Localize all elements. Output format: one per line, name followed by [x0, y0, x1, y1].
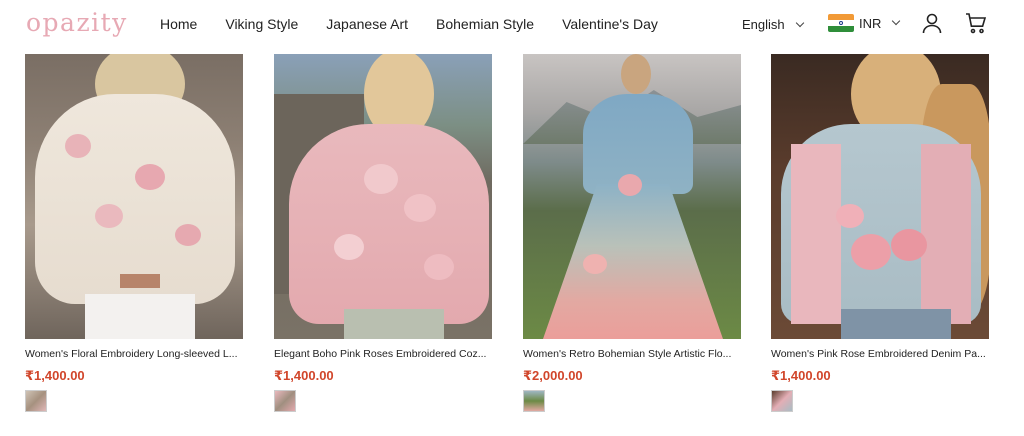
- product-card[interactable]: Elegant Boho Pink Roses Embroidered Coz.…: [274, 54, 492, 412]
- nav-japanese-art[interactable]: Japanese Art: [326, 16, 408, 32]
- product-price: ₹1,400.00: [274, 368, 334, 383]
- product-price: ₹1,400.00: [25, 368, 85, 383]
- product-image[interactable]: [771, 54, 989, 339]
- product-image[interactable]: [523, 54, 741, 339]
- product-title[interactable]: Women's Pink Rose Embroidered Denim Pa..…: [771, 348, 989, 360]
- user-icon[interactable]: [920, 11, 944, 35]
- chevron-down-icon: [892, 16, 901, 26]
- nav-viking-style[interactable]: Viking Style: [225, 16, 298, 32]
- product-card[interactable]: Women's Retro Bohemian Style Artistic Fl…: [523, 54, 741, 412]
- nav-valentines-day[interactable]: Valentine's Day: [562, 16, 658, 32]
- main-nav: Home Viking Style Japanese Art Bohemian …: [160, 16, 686, 32]
- color-swatch[interactable]: [274, 390, 296, 412]
- color-swatch[interactable]: [771, 390, 793, 412]
- product-image[interactable]: [274, 54, 492, 339]
- product-title[interactable]: Women's Floral Embroidery Long-sleeved L…: [25, 348, 243, 360]
- color-swatch[interactable]: [25, 390, 47, 412]
- product-card[interactable]: Women's Floral Embroidery Long-sleeved L…: [25, 54, 243, 412]
- currency-selector[interactable]: INR: [828, 14, 901, 32]
- product-card[interactable]: Women's Pink Rose Embroidered Denim Pa..…: [771, 54, 989, 412]
- logo[interactable]: opazity: [26, 8, 128, 37]
- currency-label: INR: [859, 15, 882, 31]
- product-image[interactable]: [25, 54, 243, 339]
- language-selector[interactable]: English: [742, 17, 804, 32]
- india-flag-icon: [828, 14, 854, 32]
- product-price: ₹1,400.00: [771, 368, 831, 383]
- nav-home[interactable]: Home: [160, 16, 197, 32]
- site-header: opazity Home Viking Style Japanese Art B…: [0, 0, 1024, 48]
- product-title[interactable]: Women's Retro Bohemian Style Artistic Fl…: [523, 348, 741, 360]
- product-price: ₹2,000.00: [523, 368, 583, 383]
- color-swatch[interactable]: [523, 390, 545, 412]
- chevron-down-icon: [795, 18, 804, 27]
- nav-bohemian-style[interactable]: Bohemian Style: [436, 16, 534, 32]
- language-label: English: [742, 17, 785, 32]
- product-title[interactable]: Elegant Boho Pink Roses Embroidered Coz.…: [274, 348, 492, 360]
- cart-icon[interactable]: [964, 11, 988, 35]
